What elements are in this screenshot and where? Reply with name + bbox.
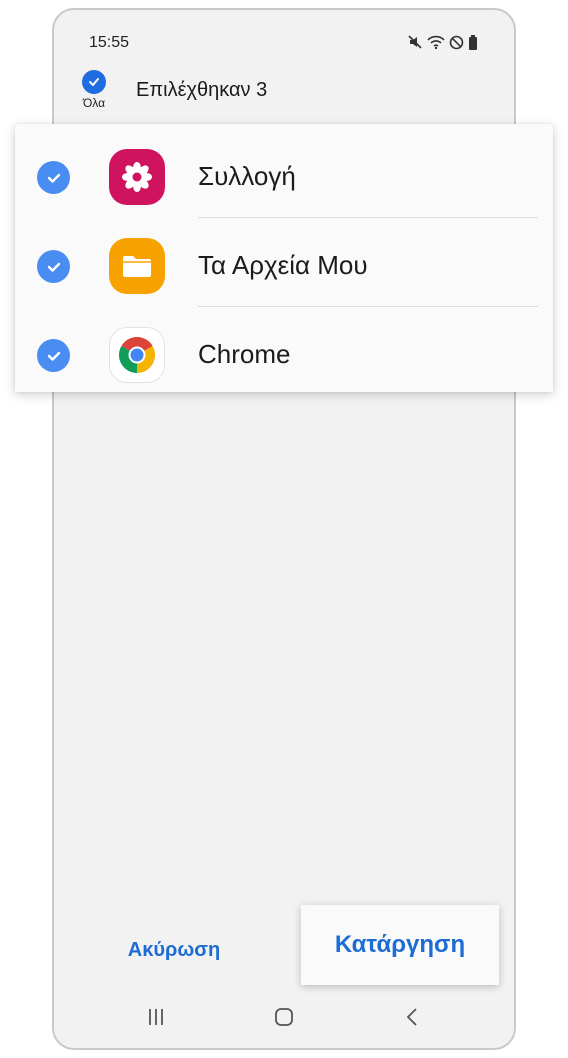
do-not-disturb-icon (449, 35, 464, 50)
select-all-label: Όλα (82, 96, 106, 110)
check-icon[interactable] (37, 250, 70, 283)
gallery-icon (109, 149, 165, 205)
app-name: Chrome (198, 339, 291, 369)
battery-icon (468, 34, 478, 50)
remove-button[interactable]: Κατάργηση (301, 905, 499, 985)
wifi-icon (427, 34, 445, 50)
navigation-bar (54, 992, 514, 1048)
selected-count: Επιλέχθηκαν 3 (136, 79, 268, 101)
app-name: Συλλογή (198, 161, 296, 191)
select-all-checkbox[interactable]: Όλα (78, 70, 110, 114)
list-item[interactable]: Τα Αρχεία Μου (15, 218, 553, 307)
home-icon[interactable] (264, 1002, 304, 1032)
status-time: 15:55 (89, 34, 130, 51)
cancel-button[interactable]: Ακύρωση (104, 928, 244, 972)
app-name: Τα Αρχεία Μου (198, 250, 368, 280)
check-icon[interactable] (37, 339, 70, 372)
list-item[interactable]: Chrome (15, 307, 553, 396)
check-icon[interactable] (37, 161, 70, 194)
check-icon (82, 70, 106, 94)
status-bar: 15:55 (54, 10, 514, 66)
recents-icon[interactable] (136, 1002, 176, 1032)
app-list: Συλλογή Τα Αρχεία Μου Chrome (15, 124, 553, 392)
mute-icon (407, 34, 423, 50)
back-icon[interactable] (392, 1002, 432, 1032)
list-item[interactable]: Συλλογή (15, 129, 553, 218)
my-files-icon (109, 238, 165, 294)
status-icons (407, 34, 478, 50)
chrome-icon (109, 327, 165, 383)
